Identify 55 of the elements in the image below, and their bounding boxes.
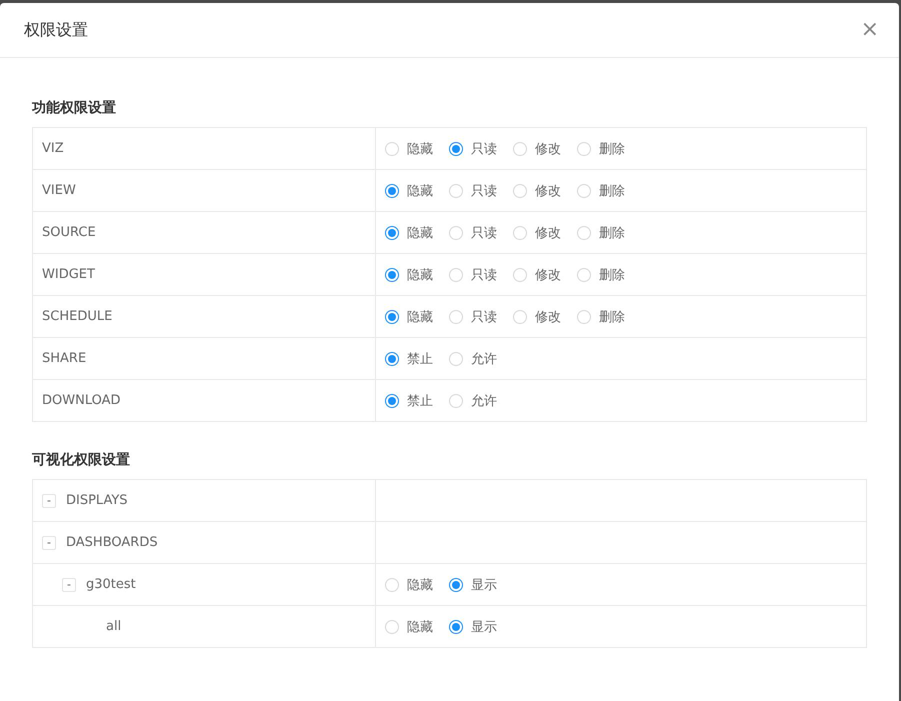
radio-option[interactable]: 删除: [577, 308, 625, 326]
close-button[interactable]: ×: [860, 19, 879, 41]
tree-item-label: DISPLAYS: [66, 493, 128, 508]
radio-icon[interactable]: [385, 268, 399, 282]
radio-option[interactable]: 隐藏: [385, 576, 433, 594]
tree-item-label: all: [106, 619, 122, 634]
dialog-title: 权限设置: [24, 20, 88, 40]
tree-item-label: DASHBOARDS: [66, 535, 158, 550]
radio-icon[interactable]: [449, 578, 463, 592]
radio-option[interactable]: 允许: [449, 392, 497, 410]
radio-option[interactable]: 只读: [449, 266, 497, 284]
section-title: 可视化权限设置: [32, 451, 131, 470]
radio-option[interactable]: 隐藏: [385, 140, 433, 158]
radio-option[interactable]: 修改: [513, 140, 561, 158]
radio-option[interactable]: 显示: [449, 618, 497, 636]
radio-option[interactable]: 只读: [449, 140, 497, 158]
radio-option[interactable]: 修改: [513, 182, 561, 200]
radio-option[interactable]: 删除: [577, 140, 625, 158]
permission-name: SHARE: [42, 351, 86, 366]
radio-option[interactable]: 删除: [577, 182, 625, 200]
radio-icon[interactable]: [385, 226, 399, 240]
radio-option[interactable]: 修改: [513, 266, 561, 284]
radio-option[interactable]: 隐藏: [385, 224, 433, 242]
radio-option[interactable]: 隐藏: [385, 266, 433, 284]
permission-name: DOWNLOAD: [42, 393, 121, 408]
permission-name: SOURCE: [42, 225, 96, 240]
collapse-toggle[interactable]: -: [42, 494, 56, 508]
radio-icon[interactable]: [449, 620, 463, 634]
radio-option[interactable]: 禁止: [385, 350, 433, 368]
permission-name: VIEW: [42, 183, 76, 198]
permission-name: SCHEDULE: [42, 309, 112, 324]
radio-option[interactable]: 禁止: [385, 392, 433, 410]
collapse-toggle[interactable]: -: [42, 536, 56, 550]
permission-name: WIDGET: [42, 267, 95, 282]
collapse-toggle[interactable]: -: [62, 578, 76, 592]
radio-option[interactable]: 只读: [449, 182, 497, 200]
radio-option[interactable]: 只读: [449, 308, 497, 326]
radio-icon[interactable]: [385, 352, 399, 366]
radio-option[interactable]: 允许: [449, 350, 497, 368]
permission-name: VIZ: [42, 141, 64, 156]
radio-option[interactable]: 隐藏: [385, 182, 433, 200]
tree-item-label: g30test: [86, 577, 136, 592]
radio-option[interactable]: 删除: [577, 224, 625, 242]
radio-option[interactable]: 隐藏: [385, 308, 433, 326]
radio-option[interactable]: 删除: [577, 266, 625, 284]
radio-option[interactable]: 隐藏: [385, 618, 433, 636]
radio-option[interactable]: 修改: [513, 308, 561, 326]
radio-option[interactable]: 显示: [449, 576, 497, 594]
radio-icon[interactable]: [385, 184, 399, 198]
section-title: 功能权限设置: [32, 99, 117, 118]
radio-option[interactable]: 修改: [513, 224, 561, 242]
radio-icon[interactable]: [449, 142, 463, 156]
radio-icon[interactable]: [385, 394, 399, 408]
radio-icon[interactable]: [385, 310, 399, 324]
radio-option[interactable]: 只读: [449, 224, 497, 242]
